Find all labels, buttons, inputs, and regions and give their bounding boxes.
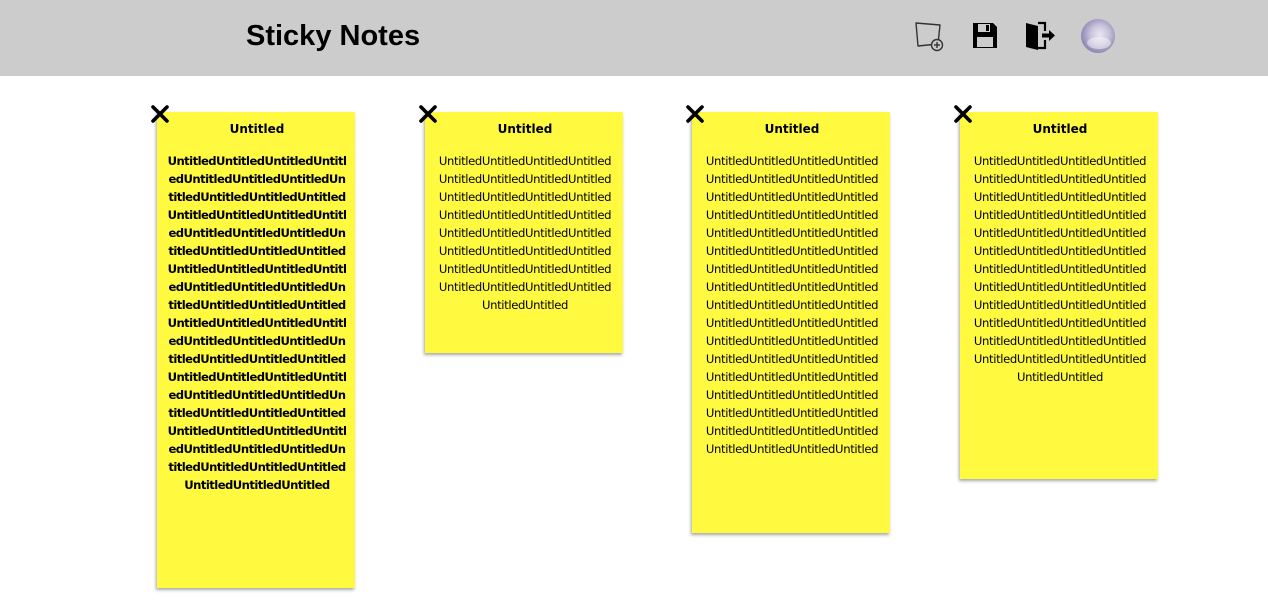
note-body[interactable]: UntitledUntitledUntitledUntitledUntitled… [167, 152, 347, 494]
note-title[interactable]: Untitled [702, 122, 882, 136]
close-icon [151, 105, 169, 123]
close-icon [686, 105, 704, 123]
sticky-note[interactable]: Untitled UntitledUntitledUntitledUntitle… [686, 105, 890, 533]
delete-note-button[interactable] [150, 104, 170, 124]
note-body[interactable]: UntitledUntitledUntitledUntitledUntitled… [435, 152, 615, 314]
user-avatar[interactable] [1081, 19, 1115, 53]
delete-note-button[interactable] [418, 104, 438, 124]
app-title: Sticky Notes [246, 20, 421, 52]
save-icon [973, 23, 997, 48]
note-title[interactable]: Untitled [167, 122, 347, 136]
app-header: Sticky Notes [0, 0, 1268, 76]
logout-icon [1026, 21, 1055, 50]
close-icon [419, 105, 437, 123]
sticky-note[interactable]: Untitled UntitledUntitledUntitledUntitle… [151, 105, 355, 588]
sticky-note[interactable]: Untitled UntitledUntitledUntitledUntitle… [419, 105, 623, 353]
logout-button[interactable] [1024, 20, 1056, 52]
note-title[interactable]: Untitled [435, 122, 615, 136]
delete-note-button[interactable] [685, 104, 705, 124]
delete-note-button[interactable] [953, 104, 973, 124]
note-body[interactable]: UntitledUntitledUntitledUntitledUntitled… [702, 152, 882, 458]
sticky-note[interactable]: Untitled UntitledUntitledUntitledUntitle… [954, 105, 1158, 479]
add-note-button[interactable] [913, 20, 945, 52]
note-body[interactable]: UntitledUntitledUntitledUntitledUntitled… [970, 152, 1150, 386]
close-icon [954, 105, 972, 123]
add-note-icon [915, 22, 944, 52]
save-button[interactable] [969, 20, 1001, 52]
note-title[interactable]: Untitled [970, 122, 1150, 136]
